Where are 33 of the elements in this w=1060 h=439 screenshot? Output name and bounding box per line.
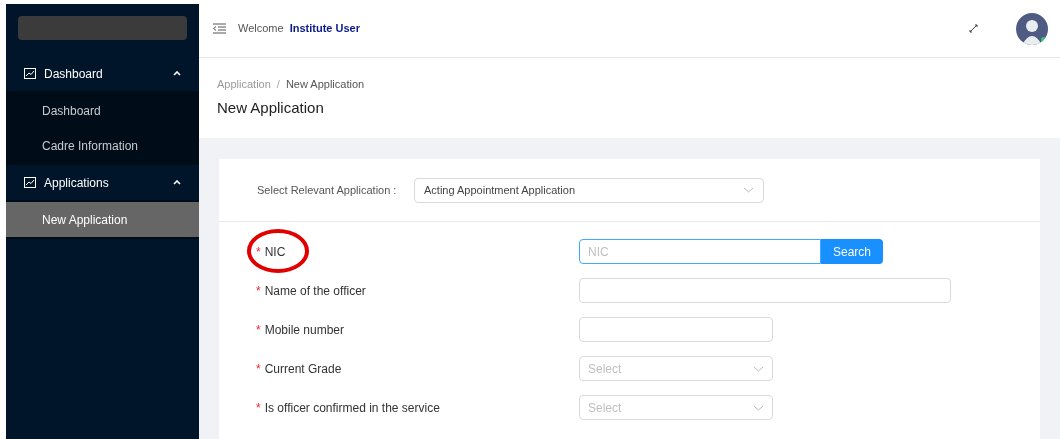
avatar[interactable]	[1016, 12, 1048, 45]
field-label: Mobile number	[264, 321, 345, 339]
field-label: Current Grade	[264, 360, 342, 378]
field-label: NIC	[264, 243, 286, 261]
field-label: Is officer confirmed in the service	[264, 399, 440, 417]
required-mark: *	[256, 360, 261, 378]
application-select[interactable]: Acting Appointment Application	[414, 177, 764, 203]
required-mark: *	[256, 399, 261, 417]
welcome-text: Welcome	[238, 21, 284, 37]
page-title: New Application	[217, 97, 325, 118]
sidebar-group[interactable]: Dashboard	[6, 56, 199, 91]
sidebar-item[interactable]: Dashboard	[6, 93, 199, 128]
user-name: Institute User	[289, 21, 360, 37]
text-field[interactable]	[579, 317, 773, 342]
menu-icon[interactable]	[213, 23, 226, 34]
chevron-down-icon	[753, 404, 764, 411]
breadcrumb-current: New Application	[285, 77, 365, 92]
chevron-down-icon	[753, 365, 764, 372]
required-mark: *	[256, 243, 261, 261]
sidebar-item[interactable]: Cadre Information	[6, 128, 199, 163]
select-label: Select Relevant Application :	[257, 182, 398, 198]
nic-field[interactable]: NIC	[579, 239, 821, 264]
sidebar-item[interactable]: New Application	[6, 202, 199, 237]
text-field[interactable]	[579, 278, 951, 303]
chart-icon	[24, 177, 36, 188]
chart-icon	[24, 68, 36, 79]
sidebar-group[interactable]: Applications	[6, 165, 199, 200]
required-mark: *	[256, 282, 261, 300]
chevron-down-icon	[743, 187, 754, 193]
fullscreen-icon[interactable]	[969, 24, 978, 33]
required-mark: *	[256, 321, 261, 339]
breadcrumb-separator: /	[276, 77, 280, 92]
field-label: Name of the officer	[264, 282, 366, 300]
